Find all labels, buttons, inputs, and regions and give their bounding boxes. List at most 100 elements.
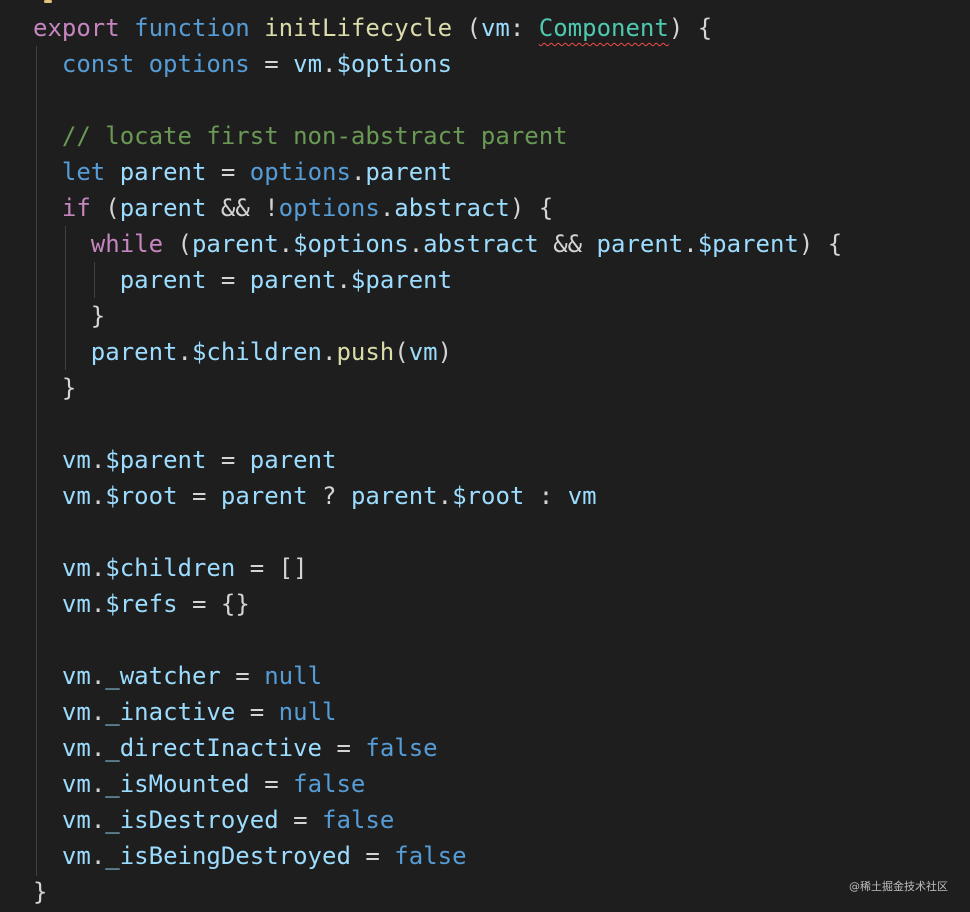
code-line[interactable]: let parent = options.parent — [33, 154, 452, 190]
code-token: . — [408, 230, 424, 258]
code-token: parent — [119, 266, 207, 294]
code-token: . — [177, 338, 192, 366]
code-token: = — [220, 662, 265, 690]
code-token: : — [509, 14, 539, 42]
code-token: ) { — [798, 230, 843, 258]
code-token: = — [235, 698, 279, 726]
code-token: $parent — [105, 446, 207, 474]
code-token: . — [90, 698, 106, 726]
code-token: null — [264, 662, 323, 690]
code-token: = — [322, 734, 366, 762]
code-line[interactable]: const options = vm.$options — [33, 46, 452, 82]
code-token: = — [177, 482, 221, 510]
code-token: _inactive — [105, 698, 236, 726]
code-token: vm — [61, 482, 91, 510]
code-line[interactable]: while (parent.$options.abstract && paren… — [33, 226, 842, 262]
code-token: vm — [61, 698, 91, 726]
code-token: $children — [105, 554, 236, 582]
code-token: vm — [408, 338, 438, 366]
code-token: $parent — [350, 266, 453, 294]
code-token: abstract — [423, 230, 539, 258]
code-token: . — [336, 266, 351, 294]
code-token: vm — [61, 806, 91, 834]
code-token: = — [206, 446, 250, 474]
code-token: $parent — [697, 230, 799, 258]
code-token: // locate first non-abstract parent — [61, 122, 568, 150]
code-token: vm — [61, 662, 91, 690]
code-line[interactable]: vm._inactive = null — [33, 694, 337, 730]
code-token: ( — [163, 230, 192, 258]
code-token: _isDestroyed — [105, 806, 279, 834]
code-token: = — [278, 806, 323, 834]
code-token: parent — [596, 230, 684, 258]
code-line[interactable]: if (parent && !options.abstract) { — [33, 190, 553, 226]
code-token: export — [33, 14, 120, 42]
code-token: ) { — [668, 14, 713, 42]
code-token: vm — [480, 14, 510, 42]
code-token: ( — [452, 14, 481, 42]
code-token: . — [90, 842, 106, 870]
code-line[interactable]: vm._watcher = null — [33, 658, 322, 694]
git-change-marker — [44, 0, 52, 3]
code-token: parent — [90, 338, 178, 366]
code-line[interactable]: // locate first non-abstract parent — [33, 118, 568, 154]
code-line[interactable]: } — [33, 370, 76, 406]
watermark-text: @稀土掘金技术社区 — [849, 880, 948, 893]
code-token: vm — [293, 50, 323, 78]
code-token: parent — [220, 482, 308, 510]
code-line[interactable]: vm._directInactive = false — [33, 730, 438, 766]
code-token: _isBeingDestroyed — [105, 842, 351, 870]
code-line[interactable]: vm._isBeingDestroyed = false — [33, 838, 467, 874]
code-token: vm — [567, 482, 597, 510]
code-line[interactable]: vm.$parent = parent — [33, 442, 337, 478]
code-token: vm — [61, 770, 91, 798]
code-line[interactable]: vm.$root = parent ? parent.$root : vm — [33, 478, 597, 514]
code-editor[interactable]: export function initLifecycle (vm: Compo… — [0, 0, 970, 912]
code-token: false — [322, 806, 395, 834]
code-line[interactable]: } — [33, 874, 47, 910]
code-token: parent — [119, 194, 207, 222]
code-line[interactable]: parent.$children.push(vm) — [33, 334, 452, 370]
code-token: ( — [90, 194, 120, 222]
code-line[interactable]: vm._isDestroyed = false — [33, 802, 394, 838]
code-token: $root — [105, 482, 178, 510]
code-token: null — [278, 698, 337, 726]
code-token: . — [278, 230, 294, 258]
code-line[interactable]: vm.$children = [] — [33, 550, 308, 586]
code-token: . — [379, 194, 395, 222]
code-token: function — [134, 14, 250, 42]
code-line[interactable]: export function initLifecycle (vm: Compo… — [33, 10, 712, 46]
code-token: if — [61, 194, 91, 222]
code-token: = — [249, 770, 294, 798]
code-line[interactable]: vm._isMounted = false — [33, 766, 365, 802]
code-token: } — [33, 374, 77, 402]
code-token: $refs — [105, 590, 178, 618]
code-token: . — [350, 158, 366, 186]
code-token: vm — [61, 554, 91, 582]
code-token: abstract — [394, 194, 510, 222]
code-token: options — [148, 50, 250, 78]
code-token: . — [90, 662, 106, 690]
code-token: && — [538, 230, 597, 258]
code-token: . — [90, 446, 106, 474]
code-token: Component — [538, 14, 669, 42]
code-line[interactable]: vm.$refs = {} — [33, 586, 250, 622]
code-token: = — [206, 158, 250, 186]
code-line[interactable]: parent = parent.$parent — [33, 262, 452, 298]
code-token: parent — [249, 266, 337, 294]
code-token: false — [365, 734, 438, 762]
code-token: : — [524, 482, 568, 510]
code-token: initLifecycle — [264, 14, 453, 42]
code-token: . — [90, 482, 106, 510]
code-line[interactable]: } — [33, 298, 105, 334]
